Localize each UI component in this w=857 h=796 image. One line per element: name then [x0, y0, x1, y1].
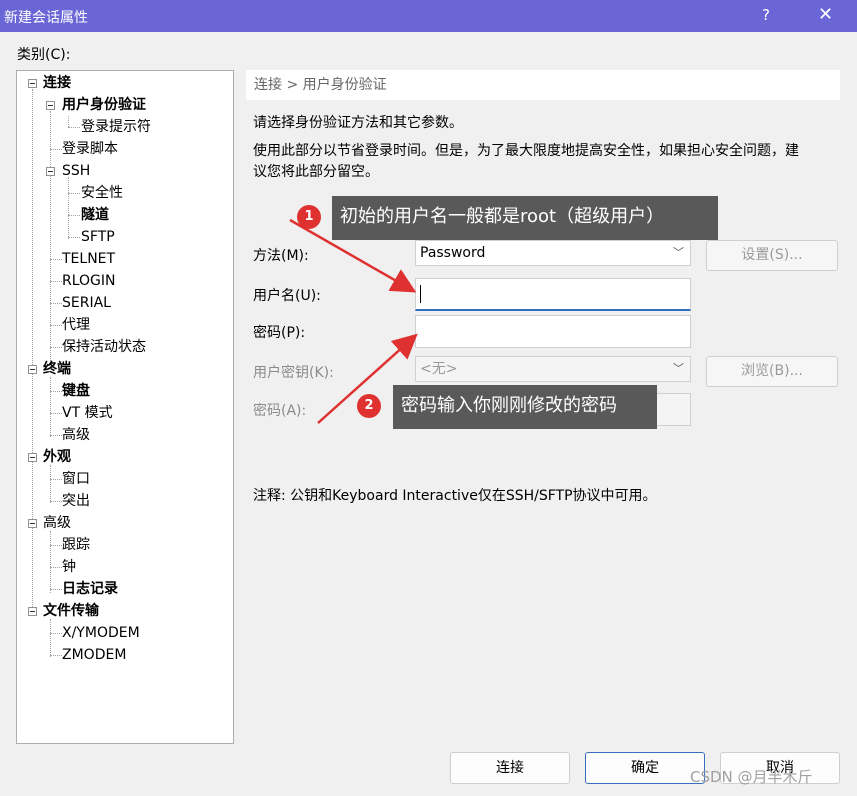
- collapse-icon[interactable]: [28, 519, 37, 528]
- tree-item-keepalive[interactable]: 保持活动状态: [62, 336, 146, 358]
- tree-item-trace[interactable]: 跟踪: [62, 534, 90, 556]
- passphrase-label: 密码(A):: [253, 403, 307, 419]
- annotation-callout-2: 密码输入你刚刚修改的密码: [393, 385, 657, 429]
- annotation-callout-1: 初始的用户名一般都是root（超级用户）: [332, 196, 718, 240]
- watermark: CSDN @月半木斤: [690, 768, 813, 786]
- tree-item-highlight[interactable]: 突出: [62, 490, 90, 512]
- tree-item-vt-mode[interactable]: VT 模式: [62, 402, 113, 424]
- connect-button[interactable]: 连接: [450, 752, 570, 784]
- collapse-icon[interactable]: [28, 365, 37, 374]
- title-bar: 新建会话属性 ? ✕: [0, 0, 857, 32]
- method-value: Password: [420, 245, 486, 261]
- password-input[interactable]: [415, 315, 691, 348]
- tree-item-security[interactable]: 安全性: [81, 182, 123, 204]
- tree-item-logging[interactable]: 日志记录: [62, 578, 118, 600]
- tree-item-keyboard[interactable]: 键盘: [62, 380, 90, 402]
- help-icon[interactable]: ?: [762, 6, 770, 24]
- tree-item-bell[interactable]: 钟: [62, 556, 76, 578]
- chevron-down-icon: ﹀: [673, 246, 684, 259]
- tree-item-ssh[interactable]: SSH: [62, 160, 90, 182]
- tree-item-advanced[interactable]: 高级: [43, 512, 71, 534]
- text-caret: [420, 285, 421, 303]
- userkey-select[interactable]: <无> ﹀: [415, 356, 691, 382]
- annotation-badge-1: 1: [297, 205, 321, 229]
- userkey-value: <无>: [420, 361, 458, 377]
- tree-item-connection[interactable]: 连接: [43, 72, 71, 94]
- ok-button[interactable]: 确定: [585, 752, 705, 784]
- tree-item-tunnel[interactable]: 隧道: [81, 204, 109, 226]
- collapse-icon[interactable]: [28, 607, 37, 616]
- tree-item-user-auth[interactable]: 用户身份验证: [62, 94, 146, 116]
- method-select[interactable]: Password ﹀: [415, 240, 691, 266]
- collapse-icon[interactable]: [46, 167, 55, 176]
- collapse-icon[interactable]: [28, 453, 37, 462]
- tree-item-terminal[interactable]: 终端: [43, 358, 71, 380]
- tree-item-window[interactable]: 窗口: [62, 468, 90, 490]
- tree-item-xymodem[interactable]: X/YMODEM: [62, 622, 140, 644]
- method-label: 方法(M):: [253, 248, 309, 264]
- description-line-1: 使用此部分以节省登录时间。但是，为了最大限度地提高安全性，如果担心安全问题，建: [253, 143, 799, 159]
- window-title: 新建会话属性: [4, 10, 88, 26]
- collapse-icon[interactable]: [28, 79, 37, 88]
- password-label: 密码(P):: [253, 325, 306, 341]
- username-label: 用户名(U):: [253, 288, 321, 304]
- settings-button[interactable]: 设置(S)...: [706, 240, 838, 271]
- tree-item-login-prompt[interactable]: 登录提示符: [81, 116, 151, 138]
- tree-item-serial[interactable]: SERIAL: [62, 292, 111, 314]
- tree-item-login-script[interactable]: 登录脚本: [62, 138, 118, 160]
- tree-item-rlogin[interactable]: RLOGIN: [62, 270, 116, 292]
- tree-item-telnet[interactable]: TELNET: [62, 248, 115, 270]
- username-input[interactable]: [415, 278, 691, 311]
- tree-item-proxy[interactable]: 代理: [62, 314, 90, 336]
- userkey-label: 用户密钥(K):: [253, 365, 334, 381]
- intro-text: 请选择身份验证方法和其它参数。: [253, 115, 463, 131]
- annotation-badge-2: 2: [357, 394, 381, 418]
- description-line-2: 议您将此部分留空。: [253, 164, 379, 180]
- tree-item-appearance[interactable]: 外观: [43, 446, 71, 468]
- note-text: 注释: 公钥和Keyboard Interactive仅在SSH/SFTP协议中…: [253, 488, 657, 504]
- category-tree[interactable]: 连接 用户身份验证 登录提示符 登录脚本 SSH 安全性 隧道 SFTP TEL…: [16, 70, 234, 744]
- category-label: 类别(C):: [17, 47, 71, 63]
- close-icon[interactable]: ✕: [818, 4, 833, 25]
- collapse-icon[interactable]: [46, 101, 55, 110]
- tree-item-zmodem[interactable]: ZMODEM: [62, 644, 126, 666]
- tree-item-sftp[interactable]: SFTP: [81, 226, 115, 248]
- browse-button[interactable]: 浏览(B)...: [706, 356, 838, 387]
- breadcrumb: 连接 > 用户身份验证: [246, 70, 840, 100]
- chevron-down-icon: ﹀: [673, 362, 684, 375]
- tree-item-terminal-advanced[interactable]: 高级: [62, 424, 90, 446]
- tree-item-file-transfer[interactable]: 文件传输: [43, 600, 99, 622]
